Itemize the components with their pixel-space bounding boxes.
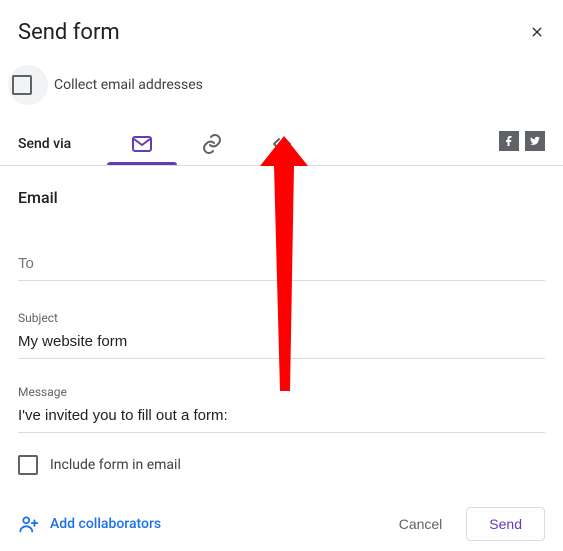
social-share [499, 131, 545, 157]
to-input[interactable] [18, 247, 545, 281]
send-button[interactable]: Send [466, 507, 545, 541]
collect-email-label: Collect email addresses [54, 77, 203, 93]
dialog-footer: Add collaborators Cancel Send [0, 485, 563, 551]
send-via-label: Send via [18, 136, 71, 152]
subject-field: Subject [0, 285, 563, 363]
add-person-icon [18, 513, 40, 535]
close-icon [529, 24, 545, 40]
send-form-dialog: Send form Collect email addresses Send v… [0, 0, 563, 551]
message-field: Message [0, 363, 563, 437]
embed-icon [270, 132, 294, 156]
include-form-row: Include form in email [0, 437, 563, 485]
add-collaborators-label: Add collaborators [50, 516, 161, 532]
add-collaborators-button[interactable]: Add collaborators [18, 513, 161, 535]
include-form-label: Include form in email [50, 457, 181, 473]
dialog-header: Send form [0, 0, 563, 55]
message-label: Message [18, 385, 545, 399]
cancel-button[interactable]: Cancel [387, 508, 455, 540]
message-input[interactable] [18, 403, 545, 433]
subject-input[interactable] [18, 329, 545, 359]
link-icon [200, 132, 224, 156]
close-button[interactable] [525, 20, 549, 44]
facebook-share-button[interactable] [499, 131, 519, 151]
facebook-icon [503, 135, 515, 147]
collect-email-checkbox[interactable] [12, 75, 32, 95]
include-form-checkbox[interactable] [18, 455, 38, 475]
dialog-title: Send form [18, 20, 545, 45]
send-via-tabs: Send via [0, 119, 563, 166]
checkbox-shell [8, 65, 48, 105]
twitter-icon [529, 135, 541, 147]
subject-label: Subject [18, 311, 545, 325]
email-icon [130, 132, 154, 156]
to-field [0, 217, 563, 285]
tab-email[interactable] [107, 123, 177, 165]
collect-email-row: Collect email addresses [0, 55, 563, 119]
tab-embed[interactable] [247, 123, 317, 165]
footer-actions: Cancel Send [387, 507, 545, 541]
tab-link[interactable] [177, 123, 247, 165]
twitter-share-button[interactable] [525, 131, 545, 151]
email-section-heading: Email [0, 166, 563, 217]
